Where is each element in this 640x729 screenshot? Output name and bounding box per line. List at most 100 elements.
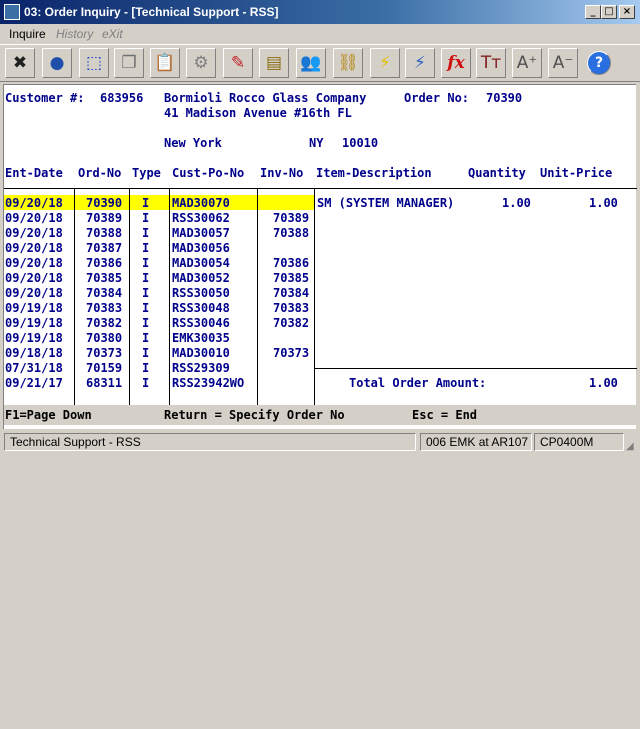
- gear-icon[interactable]: ⚙: [186, 48, 216, 78]
- lightning-icon[interactable]: ⚡: [370, 48, 400, 78]
- order-row[interactable]: 07/31/18 70159 I RSS29309: [4, 360, 314, 375]
- order-po: RSS23942WO: [172, 376, 245, 390]
- order-inv: 70385: [273, 271, 310, 285]
- order-date: 09/20/18: [5, 241, 63, 255]
- order-inv: 70382: [273, 316, 310, 330]
- order-date: 09/20/18: [5, 256, 63, 270]
- customer-state: NY: [309, 136, 324, 150]
- order-po: RSS30046: [172, 316, 230, 330]
- order-row[interactable]: 09/20/18 70387 I MAD30056: [4, 240, 314, 255]
- order-po: RSS30048: [172, 301, 230, 315]
- order-ord: 70159: [86, 361, 123, 375]
- order-ord: 70373: [86, 346, 123, 360]
- order-type: I: [142, 256, 150, 270]
- order-row[interactable]: 09/20/18 70386 I MAD30054 70386: [4, 255, 314, 270]
- order-type: I: [142, 331, 150, 345]
- order-inv: 70389: [273, 211, 310, 225]
- function-icon[interactable]: fx: [441, 48, 471, 78]
- font-size-icon[interactable]: Tт: [476, 48, 506, 78]
- order-row[interactable]: 09/19/18 70383 I RSS30048 70383: [4, 300, 314, 315]
- order-row[interactable]: 09/20/18 70385 I MAD30052 70385: [4, 270, 314, 285]
- toolbar: ✖ ● ⬚ ❐ 📋 ⚙ ✎ ▤ 👥 ⛓ ⚡ ⚡ fx Tт A⁺ A⁻?: [0, 44, 640, 82]
- order-row[interactable]: 09/20/18 70388 I MAD30057 70388: [4, 225, 314, 240]
- order-po: MAD30070: [172, 196, 230, 210]
- total-divider: [315, 368, 637, 369]
- order-date: 09/19/18: [5, 316, 63, 330]
- order-date: 09/20/18: [5, 286, 63, 300]
- select-box-icon[interactable]: ⬚: [79, 48, 109, 78]
- f1-page-down[interactable]: F1=Page Down: [5, 408, 92, 422]
- order-date: 09/19/18: [5, 331, 63, 345]
- order-ord: 70389: [86, 211, 123, 225]
- order-row[interactable]: 09/21/17 68311 I RSS23942WO: [4, 375, 314, 390]
- order-inv: 70388: [273, 226, 310, 240]
- resize-grip-icon[interactable]: ◢: [626, 441, 638, 453]
- help-icon[interactable]: ?: [587, 51, 611, 75]
- minimize-button[interactable]: _: [585, 5, 601, 19]
- copy-icon[interactable]: ❐: [114, 48, 144, 78]
- customer-name: Bormioli Rocco Glass Company: [164, 91, 367, 105]
- order-inquiry-screen: Customer #: 683956 Bormioli Rocco Glass …: [3, 84, 637, 429]
- order-ord: 70387: [86, 241, 123, 255]
- close-x-icon[interactable]: ✖: [5, 48, 35, 78]
- order-po: EMK30035: [172, 331, 230, 345]
- order-inv: 70383: [273, 301, 310, 315]
- order-row[interactable]: 09/20/18 70384 I RSS30050 70384: [4, 285, 314, 300]
- order-type: I: [142, 196, 150, 210]
- col-unit-price: Unit-Price: [540, 166, 613, 180]
- order-row[interactable]: 09/20/18 70390 I MAD30070: [4, 195, 315, 210]
- order-po: RSS30062: [172, 211, 230, 225]
- globe-icon[interactable]: ●: [42, 48, 72, 78]
- title-bar[interactable]: 03: Order Inquiry - [Technical Support -…: [0, 0, 640, 24]
- order-date: 09/20/18: [5, 226, 63, 240]
- paste-icon[interactable]: 📋: [150, 48, 180, 78]
- order-po: MAD30010: [172, 346, 230, 360]
- order-ord: 70383: [86, 301, 123, 315]
- window-title: 03: Order Inquiry - [Technical Support -…: [24, 5, 279, 19]
- customer-number: 683956: [100, 91, 144, 105]
- menu-bar: Inquire History eXit: [0, 24, 640, 44]
- order-ord: 70384: [86, 286, 123, 300]
- app-icon[interactable]: [4, 4, 20, 20]
- font-shrink-icon[interactable]: A⁻: [548, 48, 578, 78]
- customer-address: 41 Madison Avenue #16th FL: [164, 106, 352, 120]
- col-ord-no: Ord-No: [78, 166, 122, 180]
- order-po: MAD30057: [172, 226, 230, 240]
- status-program: CP0400M: [534, 433, 624, 451]
- order-date: 09/18/18: [5, 346, 63, 360]
- col-ent-date: Ent-Date: [5, 166, 63, 180]
- order-po: RSS29309: [172, 361, 230, 375]
- status-bar: Technical Support - RSS 006 EMK at AR107…: [0, 431, 640, 455]
- order-row[interactable]: 09/19/18 70380 I EMK30035: [4, 330, 314, 345]
- order-date: 09/20/18: [5, 211, 63, 225]
- col-divider: [169, 189, 170, 405]
- order-inv: 70386: [273, 256, 310, 270]
- order-type: I: [142, 316, 150, 330]
- esc-end[interactable]: Esc = End: [412, 408, 477, 422]
- order-type: I: [142, 271, 150, 285]
- col-divider: [129, 189, 130, 405]
- order-ord: 70388: [86, 226, 123, 240]
- close-button[interactable]: ×: [619, 5, 635, 19]
- total-order-amount-label: Total Order Amount:: [349, 376, 487, 390]
- edit-pencil-icon[interactable]: ✎: [223, 48, 253, 78]
- order-ord: 70380: [86, 331, 123, 345]
- order-row[interactable]: 09/20/18 70389 I RSS30062 70389: [4, 210, 314, 225]
- status-location: 006 EMK at AR107: [420, 433, 532, 451]
- order-type: I: [142, 241, 150, 255]
- notepad-icon[interactable]: ▤: [259, 48, 289, 78]
- window-lightning-icon[interactable]: ⚡: [405, 48, 435, 78]
- menu-history[interactable]: History: [56, 27, 93, 41]
- chain-link-icon[interactable]: ⛓: [333, 48, 363, 78]
- menu-exit[interactable]: eXit: [102, 27, 123, 41]
- order-ord: 70386: [86, 256, 123, 270]
- col-cust-po-no: Cust-Po-No: [172, 166, 245, 180]
- col-divider: [74, 189, 75, 405]
- maximize-button[interactable]: □: [601, 5, 617, 19]
- menu-inquire[interactable]: Inquire: [9, 27, 46, 41]
- order-row[interactable]: 09/19/18 70382 I RSS30046 70382: [4, 315, 314, 330]
- order-row[interactable]: 09/18/18 70373 I MAD30010 70373: [4, 345, 314, 360]
- font-grow-icon[interactable]: A⁺: [512, 48, 542, 78]
- return-specify-order[interactable]: Return = Specify Order No: [164, 408, 345, 422]
- users-icon[interactable]: 👥: [296, 48, 326, 78]
